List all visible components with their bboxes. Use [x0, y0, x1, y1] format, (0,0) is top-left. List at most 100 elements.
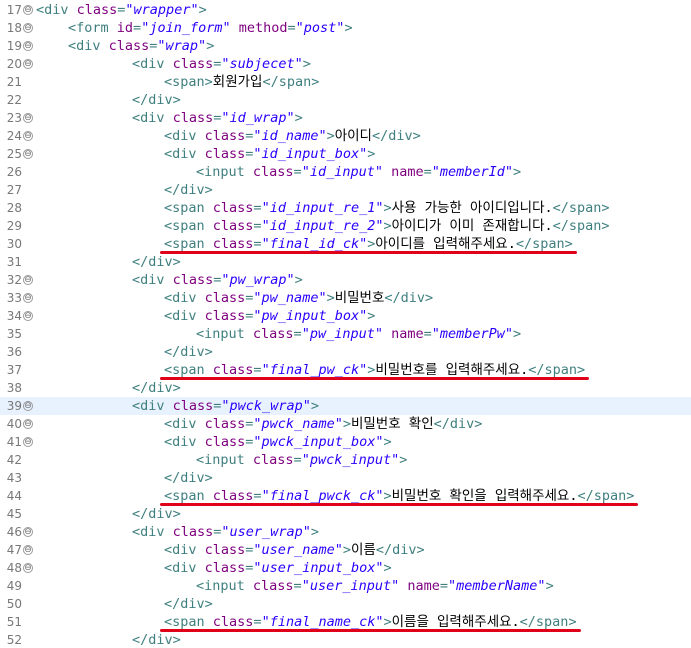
code-line[interactable]: 33 ⊖ <div class="pw_name">비밀번호</div> [0, 289, 691, 307]
code-content[interactable]: <div class="wrapper"> [36, 1, 207, 19]
fold-toggle-icon[interactable]: ⊖ [23, 149, 33, 159]
fold-toggle-icon[interactable]: ⊖ [23, 545, 33, 555]
code-content[interactable]: <input class="user_input" name="memberNa… [196, 577, 554, 595]
code-line[interactable]: 18 ⊖ <form id="join_form" method="post"> [0, 19, 691, 37]
fold-toggle-icon[interactable]: ⊖ [23, 113, 33, 123]
attribute-token: name [407, 578, 440, 594]
code-content[interactable]: <div class="id_input_box"> [164, 145, 375, 163]
code-content[interactable]: <div class="subjecet"> [132, 55, 311, 73]
code-content[interactable]: </div> [164, 595, 213, 613]
code-content[interactable]: <div class="pwck_wrap"> [132, 397, 319, 415]
code-line[interactable]: 31 </div> [0, 253, 691, 271]
code-content[interactable]: <span class="id_input_re_1">사용 가능한 아이디입니… [164, 199, 610, 217]
code-line[interactable]: 48 ⊖ <div class="user_input_box"> [0, 559, 691, 577]
code-line[interactable]: 19 ⊖ <div class="wrap"> [0, 37, 691, 55]
code-line[interactable]: 17 ⊖ <div class="wrapper"> [0, 1, 691, 19]
attribute-token: class [212, 218, 254, 234]
code-content[interactable]: <div class="user_wrap"> [132, 523, 319, 541]
fold-toggle-icon[interactable]: ⊖ [23, 59, 33, 69]
code-content[interactable]: <input class="pwck_input"> [196, 451, 407, 469]
tag-token: <span> [164, 74, 213, 90]
code-content[interactable]: </div> [164, 343, 213, 361]
code-content[interactable]: <div class="id_wrap"> [132, 109, 303, 127]
code-line[interactable]: 42 <input class="pwck_input"> [0, 451, 691, 469]
code-content[interactable]: <input class="pw_input" name="memberPw"> [196, 325, 521, 343]
code-line[interactable]: 40 ⊖ <div class="pwck_name">비밀번호 확인</div> [0, 415, 691, 433]
code-content[interactable]: <div class="pw_name">비밀번호</div> [164, 289, 433, 307]
code-content[interactable]: </div> [132, 91, 181, 109]
code-content[interactable]: <form id="join_form" method="post"> [68, 19, 353, 37]
code-line[interactable]: 45 </div> [0, 505, 691, 523]
code-content[interactable]: <div class="user_input_box"> [164, 559, 392, 577]
code-content[interactable]: <span class="id_input_re_2">아이디가 이미 존재합니… [164, 217, 610, 235]
tag-token: <div [132, 524, 173, 540]
fold-toggle-icon[interactable]: ⊖ [23, 527, 33, 537]
code-content[interactable]: <input class="id_input" name="memberId"> [196, 163, 521, 181]
fold-toggle-icon[interactable]: ⊖ [23, 311, 33, 321]
fold-toggle-icon[interactable]: ⊖ [23, 5, 33, 15]
code-line[interactable]: 49 <input class="user_input" name="member… [0, 577, 691, 595]
value-token: "user_input" [301, 578, 400, 594]
value-token: "pw_name" [253, 290, 327, 306]
code-content[interactable]: </div> [164, 469, 213, 487]
attribute-token: class [252, 164, 294, 180]
line-number: 24 [6, 129, 22, 143]
code-line[interactable]: 50 </div> [0, 595, 691, 613]
code-content[interactable]: <div class="id_name">아이디</div> [164, 127, 421, 145]
code-editor[interactable]: 17 ⊖ <div class="wrapper"> 18 ⊖ <form id="joi… [0, 0, 691, 648]
attribute-token: class [172, 272, 214, 288]
tag-token: <div [164, 290, 205, 306]
fold-toggle-icon[interactable]: ⊖ [23, 419, 33, 429]
code-line[interactable]: 32 ⊖ <div class="pw_wrap"> [0, 271, 691, 289]
code-content[interactable]: </div> [132, 253, 181, 271]
code-line[interactable]: 46 ⊖ <div class="user_wrap"> [0, 523, 691, 541]
code-line[interactable]: 26 <input class="id_input" name="memberId… [0, 163, 691, 181]
code-line[interactable]: 41 ⊖ <div class="pwck_input_box"> [0, 433, 691, 451]
code-line[interactable]: 29 <span class="id_input_re_2">아이디가 이미 존재… [0, 217, 691, 235]
code-line[interactable]: 34 ⊖ <div class="pw_input_box"> [0, 307, 691, 325]
line-number: 36 [6, 345, 22, 359]
code-content[interactable]: <div class="pw_input_box"> [164, 307, 375, 325]
code-line[interactable]: 21 <span>회원가입</span> [0, 73, 691, 91]
code-content[interactable]: <div class="pw_wrap"> [132, 271, 303, 289]
code-line[interactable]: 39 ⊖ <div class="pwck_wrap"> [0, 397, 691, 415]
attribute-token: class [172, 398, 214, 414]
code-line[interactable]: 24 ⊖ <div class="id_name">아이디</div> [0, 127, 691, 145]
code-content[interactable]: </div> [132, 379, 181, 397]
tag-token: = [293, 578, 302, 594]
tag-token: = [253, 488, 262, 504]
fold-toggle-icon[interactable]: ⊖ [23, 23, 33, 33]
code-content[interactable]: </div> [164, 181, 213, 199]
code-content[interactable]: </div> [132, 631, 181, 648]
code-line[interactable]: 36 </div> [0, 343, 691, 361]
code-line[interactable]: 27 </div> [0, 181, 691, 199]
fold-toggle-icon[interactable]: ⊖ [23, 41, 33, 51]
tag-token: <input [196, 452, 253, 468]
code-content[interactable]: <div class="user_name">이름</div> [164, 541, 425, 559]
fold-toggle-icon[interactable]: ⊖ [23, 401, 33, 411]
code-line[interactable]: 35 <input class="pw_input" name="memberPw… [0, 325, 691, 343]
code-content[interactable]: <div class="pwck_name">비밀번호 확인</div> [164, 415, 482, 433]
code-line[interactable]: 28 <span class="id_input_re_1">사용 가능한 아이디… [0, 199, 691, 217]
code-content[interactable]: <span>회원가입</span> [164, 73, 319, 91]
code-line[interactable]: 25 ⊖ <div class="id_input_box"> [0, 145, 691, 163]
fold-toggle-icon[interactable]: ⊖ [23, 275, 33, 285]
tag-token: = [423, 326, 432, 342]
code-line[interactable]: 22 </div> [0, 91, 691, 109]
value-token: "pw_input_box" [253, 308, 368, 324]
code-line[interactable]: 38 </div> [0, 379, 691, 397]
code-content[interactable]: <div class="pwck_input_box"> [164, 433, 392, 451]
fold-toggle-icon[interactable]: ⊖ [23, 563, 33, 573]
tag-token: <span [164, 362, 213, 378]
code-line[interactable]: 43 </div> [0, 469, 691, 487]
fold-toggle-icon[interactable]: ⊖ [23, 131, 33, 141]
code-line[interactable]: 52 </div> [0, 631, 691, 648]
code-content[interactable]: <div class="wrap"> [68, 37, 214, 55]
line-number: 41 [6, 435, 22, 449]
fold-toggle-icon[interactable]: ⊖ [23, 437, 33, 447]
code-content[interactable]: </div> [132, 505, 181, 523]
fold-toggle-icon[interactable]: ⊖ [23, 293, 33, 303]
code-line[interactable]: 20 ⊖ <div class="subjecet"> [0, 55, 691, 73]
code-line[interactable]: 47 ⊖ <div class="user_name">이름</div> [0, 541, 691, 559]
code-line[interactable]: 23 ⊖ <div class="id_wrap"> [0, 109, 691, 127]
